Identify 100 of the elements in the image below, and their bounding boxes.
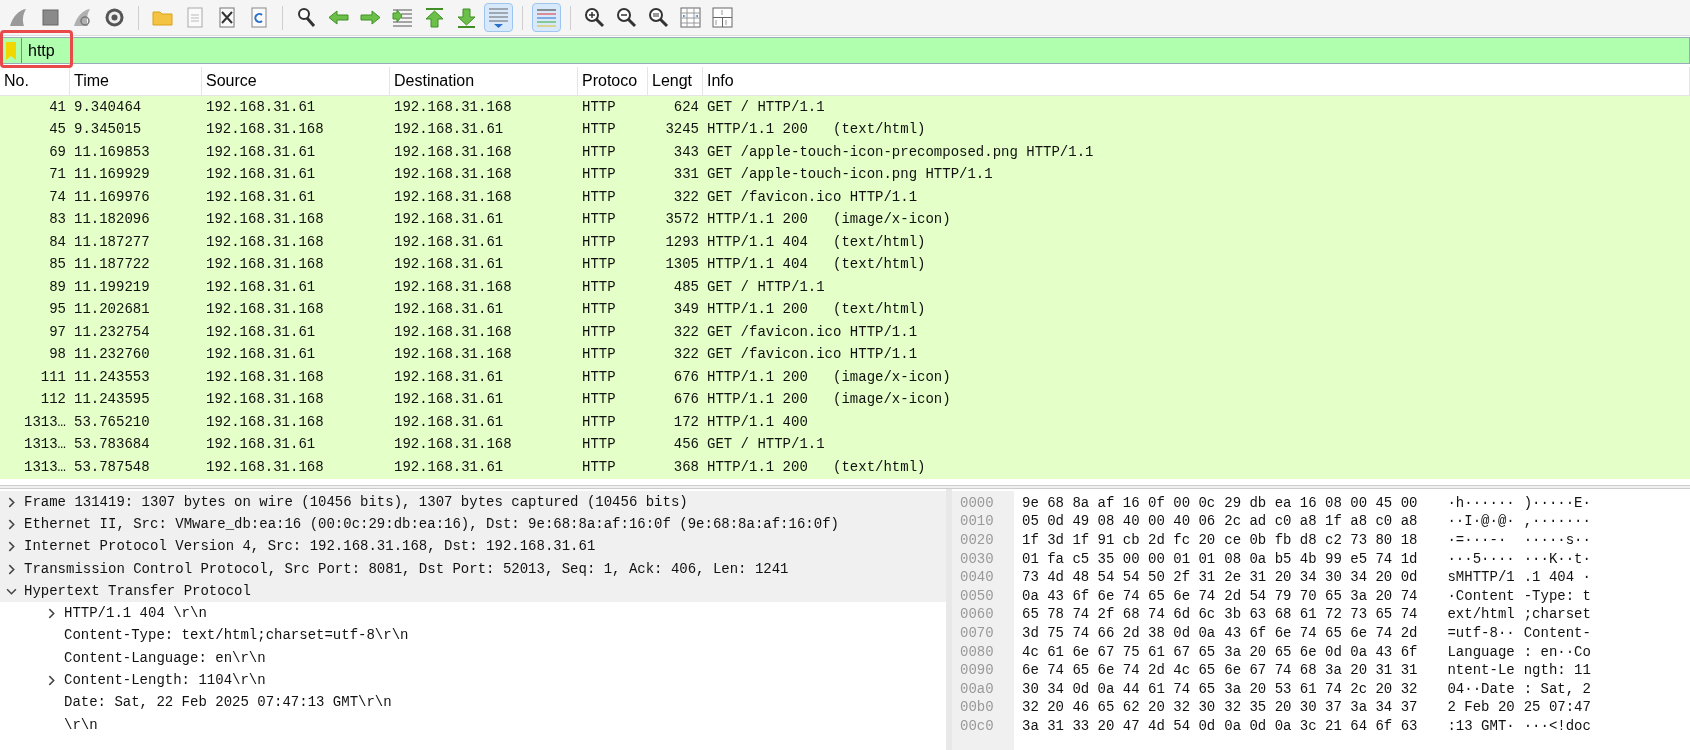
packet-cell-text: 71 bbox=[48, 165, 67, 185]
ascii-text: ···5···· bbox=[1447, 549, 1515, 569]
packet-row[interactable]: 84 11.187277 192.168.31.168 192.168.31.61 HTTP 1293 HTTP/1.1 404 (text/html) bbox=[0, 231, 1690, 254]
column-header[interactable]: No. bbox=[0, 67, 70, 95]
hex-offset: 00c0 bbox=[959, 717, 995, 736]
hex-offset: 0010 bbox=[959, 512, 995, 532]
column-header[interactable]: Lengt bbox=[648, 67, 703, 95]
packet-cell-text: 192.168.31.61 bbox=[205, 435, 317, 455]
packet-cell-text: 349 bbox=[672, 300, 700, 320]
packet-row[interactable]: 89 11.199219 192.168.31.61 192.168.31.168 HTTP 485 GET / HTTP/1.1 bbox=[0, 276, 1690, 299]
detail-row-text[interactable]: HTTP/1.1 404 \r\n bbox=[64, 603, 207, 625]
ascii-text: ,······· bbox=[1523, 512, 1591, 532]
hex-bytes: 6e 67 74 68 3a 20 31 31 bbox=[1224, 661, 1418, 681]
ascii-text: Language bbox=[1447, 642, 1515, 662]
packet-cell-text: 69 bbox=[48, 142, 67, 162]
packet-cell-text: 192.168.31.168 bbox=[393, 97, 513, 117]
hex-offset: 00a0 bbox=[959, 679, 995, 699]
packet-row[interactable]: 74 11.169976 192.168.31.61 192.168.31.168 HTTP 322 GET /favicon.ico HTTP/1.1 bbox=[0, 186, 1690, 209]
packet-row[interactable]: 69 11.169853 192.168.31.61 192.168.31.168 HTTP 343 GET /apple-touch-icon-precomposed.png HTTP/1.1 bbox=[0, 141, 1690, 164]
chevron-right-icon[interactable] bbox=[46, 675, 57, 686]
detail-row-text[interactable]: \r\n bbox=[64, 714, 98, 736]
packet-cell-text: HTTP bbox=[581, 412, 617, 432]
packet-row[interactable]: 41 9.340464 192.168.31.61 192.168.31.168 HTTP 624 GET / HTTP/1.1 bbox=[0, 96, 1690, 119]
packet-cell-text: GET / HTTP/1.1 bbox=[706, 277, 826, 297]
packet-row[interactable]: 45 9.345015 192.168.31.168 192.168.31.61 HTTP 3245 HTTP/1.1 200 (text/html) bbox=[0, 118, 1690, 141]
hex-bytes: 3a 20 53 61 74 2c 20 32 bbox=[1224, 679, 1418, 699]
column-header[interactable]: Protoco bbox=[578, 67, 648, 95]
packet-cell-text: 456 bbox=[672, 435, 700, 455]
packet-cell-text: GET /favicon.ico HTTP/1.1 bbox=[706, 322, 919, 342]
chevron-right-icon[interactable] bbox=[46, 608, 57, 620]
packet-row[interactable]: 111 11.243553 192.168.31.168 192.168.31.61 HTTP 676 HTTP/1.1 200 (image/x-icon) bbox=[0, 366, 1690, 389]
packet-cell-text: 192.168.31.61 bbox=[393, 367, 505, 387]
hex-bytes: 32 20 46 65 62 20 32 30 bbox=[1022, 698, 1216, 718]
hex-bytes: 43 6f 6e 74 65 6e 74 2d bbox=[1224, 623, 1418, 643]
packet-cell-text: 192.168.31.168 bbox=[393, 187, 513, 207]
packet-cell-text: 11.187277 bbox=[73, 232, 151, 252]
packet-cell-text: 53.783684 bbox=[73, 435, 151, 455]
hex-bytes: 1f 3d 1f 91 cb 2d fc 20 bbox=[1022, 531, 1216, 550]
zoom-out-icon bbox=[615, 6, 638, 29]
column-header[interactable]: Time bbox=[70, 67, 202, 95]
ascii-text: sMHTTP/1 bbox=[1447, 568, 1515, 588]
detail-row-text[interactable]: Date: Sat, 22 Feb 2025 07:47:13 GMT\r\n bbox=[64, 692, 392, 714]
packet-cell-text: 192.168.31.61 bbox=[205, 322, 317, 342]
packet-row[interactable]: 98 11.232760 192.168.31.61 192.168.31.168 HTTP 322 GET /favicon.ico HTTP/1.1 bbox=[0, 343, 1690, 366]
packet-cell-text: 192.168.31.168 bbox=[205, 457, 325, 477]
packet-cell-text: 192.168.31.61 bbox=[393, 412, 505, 432]
chevron-right-icon[interactable] bbox=[6, 563, 17, 575]
detail-row-text[interactable]: Content-Length: 1104\r\n bbox=[64, 670, 266, 691]
detail-row-text[interactable]: Content-Type: text/html;charset=utf-8\r\n bbox=[64, 625, 409, 647]
packet-cell-text: 11.232760 bbox=[73, 345, 151, 365]
ascii-text: ngth: 11 bbox=[1523, 661, 1591, 681]
packet-cell-text: 85 bbox=[48, 255, 67, 275]
column-header[interactable]: Source bbox=[202, 67, 390, 95]
packet-cell-text: HTTP/1.1 404 (text/html) bbox=[706, 255, 927, 275]
packet-row[interactable]: 85 11.187722 192.168.31.168 192.168.31.61 HTTP 1305 HTTP/1.1 404 (text/html) bbox=[0, 253, 1690, 276]
packet-row[interactable]: 95 11.202681 192.168.31.168 192.168.31.61 HTTP 349 HTTP/1.1 200 (text/html) bbox=[0, 298, 1690, 321]
packet-row[interactable]: 97 11.232754 192.168.31.61 192.168.31.168 HTTP 322 GET /favicon.ico HTTP/1.1 bbox=[0, 321, 1690, 344]
packet-cell-text: 53.765210 bbox=[73, 412, 151, 432]
packet-cell-text: 53.787548 bbox=[73, 457, 151, 477]
packet-cell-text: 11.232754 bbox=[73, 322, 151, 342]
packet-cell-text: 676 bbox=[672, 390, 700, 410]
ascii-text: Content- bbox=[1523, 623, 1591, 643]
packet-cell-text: HTTP bbox=[581, 322, 617, 342]
ascii-text: -Type: t bbox=[1523, 586, 1591, 606]
ascii-text: ···K··t· bbox=[1523, 549, 1591, 569]
hex-bytes: 01 fa c5 35 00 00 01 01 bbox=[1022, 549, 1216, 569]
packet-cell-text: HTTP/1.1 200 (text/html) bbox=[706, 457, 927, 477]
chevron-right-icon[interactable] bbox=[6, 496, 17, 508]
packet-row[interactable]: 1313… 53.783684 192.168.31.61 192.168.31.168 HTTP 456 GET / HTTP/1.1 bbox=[0, 433, 1690, 456]
packet-cell-text: HTTP bbox=[581, 255, 617, 275]
ascii-text: : en··Co bbox=[1523, 642, 1591, 662]
packet-row[interactable]: 83 11.182096 192.168.31.168 192.168.31.61 HTTP 3572 HTTP/1.1 200 (image/x-icon) bbox=[0, 208, 1690, 231]
packet-cell-text: HTTP bbox=[581, 97, 617, 117]
ascii-text: ··I·@·@· bbox=[1447, 512, 1515, 532]
packet-cell-text: 331 bbox=[672, 165, 700, 185]
chevron-right-icon[interactable] bbox=[6, 518, 17, 530]
column-header[interactable]: Destination bbox=[390, 67, 578, 95]
packet-cell-text: 1313… bbox=[23, 435, 67, 455]
hex-bytes: 65 78 74 2f 68 74 6d 6c bbox=[1022, 605, 1216, 625]
hex-bytes: 3d 75 74 66 2d 38 0d 0a bbox=[1022, 623, 1216, 643]
packet-cell-text: 192.168.31.61 bbox=[205, 345, 317, 365]
packet-row[interactable]: 112 11.243595 192.168.31.168 192.168.31.61 HTTP 676 HTTP/1.1 200 (image/x-icon) bbox=[0, 388, 1690, 411]
column-header[interactable]: Info bbox=[703, 67, 1690, 95]
packet-cell-text: HTTP/1.1 200 (text/html) bbox=[706, 120, 927, 140]
chevron-right-icon[interactable] bbox=[6, 541, 17, 553]
packet-cell-text: 192.168.31.168 bbox=[205, 210, 325, 230]
packet-cell-text: 192.168.31.168 bbox=[205, 120, 325, 140]
packet-row[interactable]: 1313… 53.787548 192.168.31.168 192.168.31.61 HTTP 368 HTTP/1.1 200 (text/html) bbox=[0, 456, 1690, 479]
jump-to-line-icon bbox=[391, 6, 414, 29]
packet-cell-text: 192.168.31.61 bbox=[205, 165, 317, 185]
hex-bytes: 30 34 0d 0a 44 61 74 65 bbox=[1022, 679, 1216, 699]
detail-row-text[interactable]: Content-Language: en\r\n bbox=[64, 647, 266, 669]
packet-cell-text: 83 bbox=[48, 210, 67, 230]
hex-offset: 0060 bbox=[959, 605, 995, 625]
packet-cell-text: 84 bbox=[48, 232, 67, 252]
packet-row[interactable]: 71 11.169929 192.168.31.61 192.168.31.168 HTTP 331 GET /apple-touch-icon.png HTTP/1.1 bbox=[0, 163, 1690, 186]
packet-row[interactable]: 1313… 53.765210 192.168.31.168 192.168.31.61 HTTP 172 HTTP/1.1 400 bbox=[0, 411, 1690, 434]
display-filter-field[interactable]: http bbox=[0, 37, 1690, 64]
packet-cell-text: HTTP bbox=[581, 120, 617, 140]
ascii-text: 04··Date bbox=[1447, 679, 1515, 699]
